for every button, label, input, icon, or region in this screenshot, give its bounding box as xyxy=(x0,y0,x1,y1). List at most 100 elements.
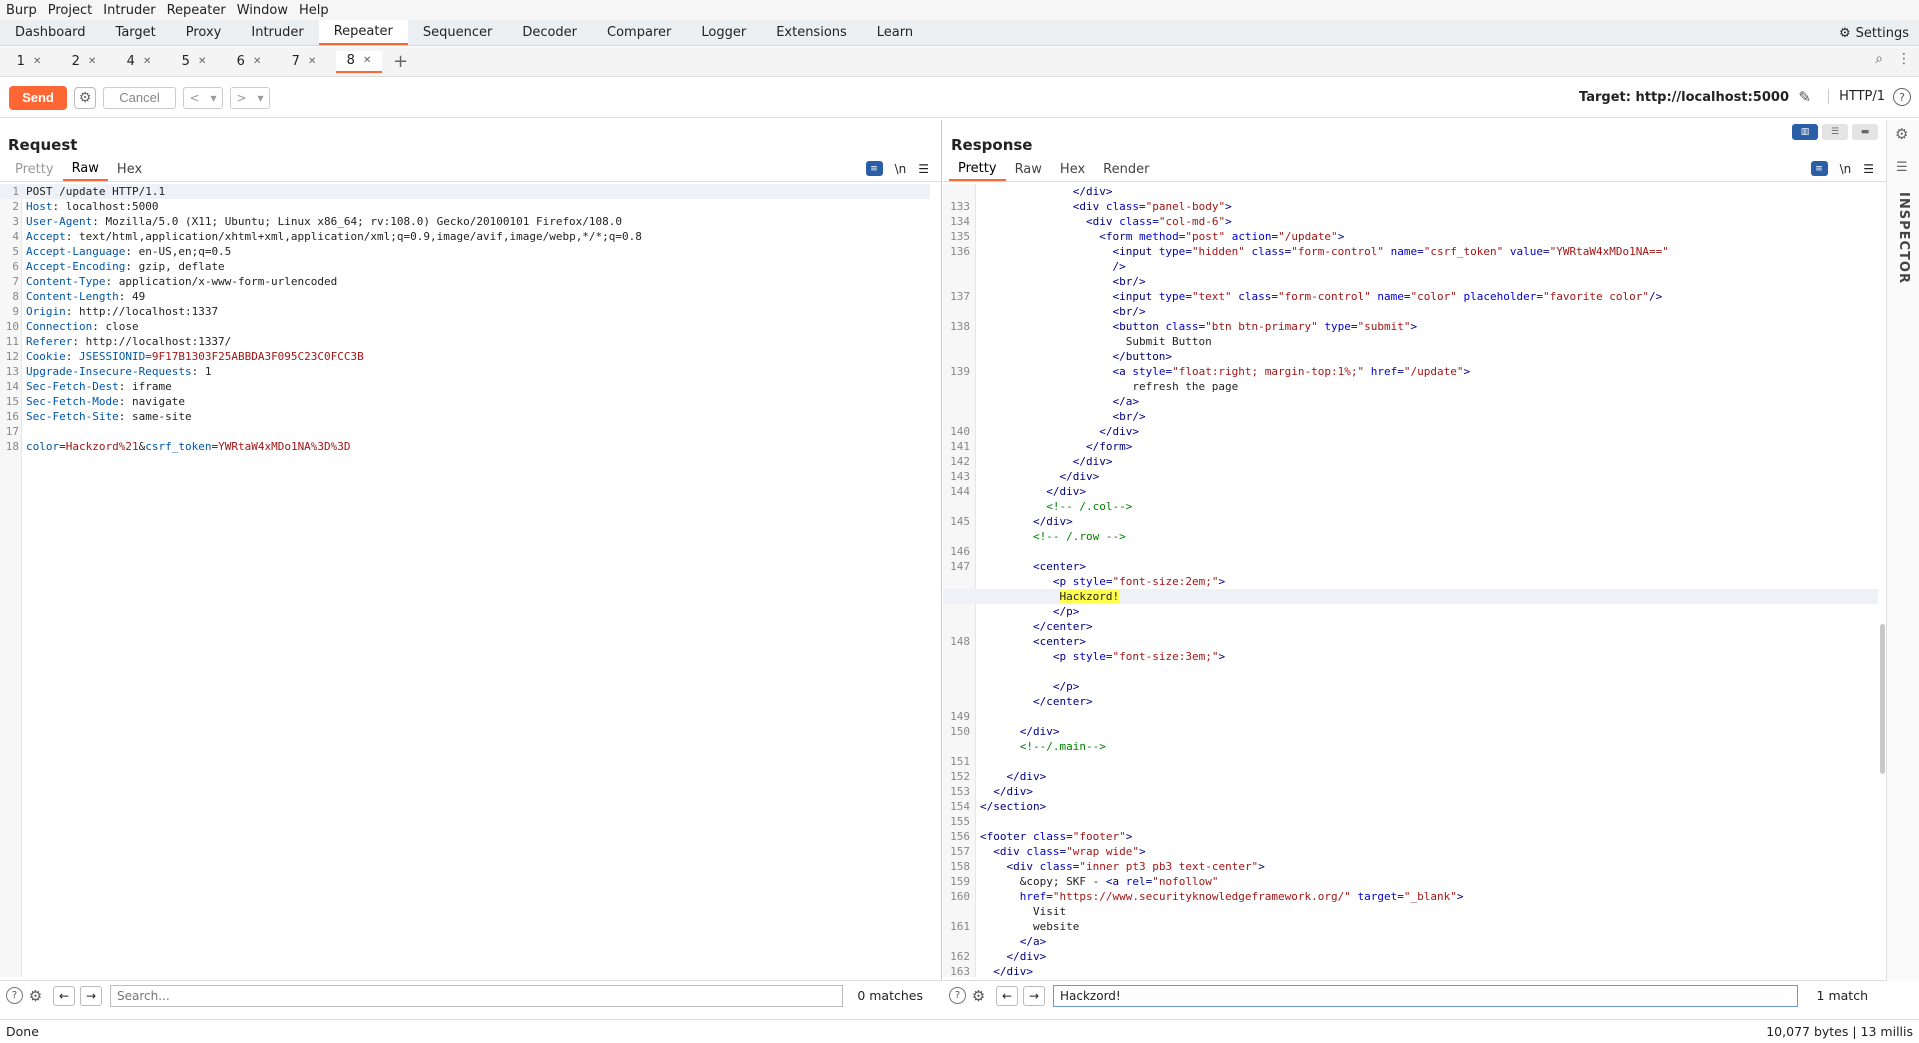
tabs-layout-icon[interactable]: ▬ xyxy=(1852,124,1878,140)
gear-icon[interactable]: ⚙ xyxy=(1895,125,1908,143)
forward-history-button[interactable]: > ▾ xyxy=(230,86,270,109)
repeater-tab[interactable]: 5 ✕ xyxy=(171,51,217,73)
tab-decoder[interactable]: Decoder xyxy=(507,20,592,45)
gear-icon[interactable]: ⚙ xyxy=(74,86,96,109)
repeater-tab[interactable]: 4 ✕ xyxy=(116,51,162,73)
tab-repeater[interactable]: Repeater xyxy=(318,20,408,45)
arrow-right-icon[interactable]: → xyxy=(1023,985,1045,1006)
tab-hex[interactable]: Hex xyxy=(1051,158,1094,181)
code-token: = xyxy=(1138,200,1146,213)
tab-extensions[interactable]: Extensions xyxy=(761,20,862,45)
menu-item-burp[interactable]: Burp xyxy=(6,3,37,18)
tab-comparer[interactable]: Comparer xyxy=(592,20,686,45)
status-text: Done xyxy=(6,1024,39,1039)
line-text: <!-- /.row --> xyxy=(976,529,1126,544)
repeater-tab[interactable]: 6 ✕ xyxy=(226,51,272,73)
code-token: </div> xyxy=(993,965,1033,977)
line-text: </p> xyxy=(976,604,1080,619)
response-panel: Response ▥ ☰ ▬ Pretty Raw Hex Render ≡ \n ☰… xyxy=(943,120,1886,1007)
line-text: <button class="btn btn-primary" type="su… xyxy=(976,319,1417,334)
menu-item-repeater[interactable]: Repeater xyxy=(167,3,226,18)
line-text: <br/> xyxy=(976,409,1145,424)
list-icon[interactable]: ☰ xyxy=(1896,160,1908,175)
arrow-left-icon[interactable]: ← xyxy=(996,985,1018,1006)
close-icon[interactable]: ✕ xyxy=(253,56,261,67)
menu-item-intruder[interactable]: Intruder xyxy=(103,3,155,18)
line-text: Content-Type: application/x-www-form-url… xyxy=(26,275,338,288)
menu-item-window[interactable]: Window xyxy=(237,3,288,18)
request-tabs: Pretty Raw Hex xyxy=(0,158,941,182)
repeater-tab[interactable]: 8 ✕ xyxy=(336,50,382,73)
close-icon[interactable]: ✕ xyxy=(88,56,96,67)
repeater-tab[interactable]: 1 ✕ xyxy=(6,51,52,73)
line-text xyxy=(976,664,980,679)
menu-icon[interactable]: ☰ xyxy=(1863,162,1874,176)
tab-logger[interactable]: Logger xyxy=(686,20,761,45)
line-number: 140 xyxy=(950,425,970,438)
wrap-icon[interactable]: ≡ xyxy=(865,161,883,176)
repeater-tab[interactable]: 7 ✕ xyxy=(281,51,327,73)
response-scrollbar[interactable] xyxy=(1878,184,1886,977)
repeater-tab[interactable]: 2 ✕ xyxy=(61,51,107,73)
tab-dashboard[interactable]: Dashboard xyxy=(0,20,101,45)
code-token: </p> xyxy=(1052,680,1080,693)
close-icon[interactable]: ✕ xyxy=(33,56,41,67)
arrow-right-icon[interactable]: → xyxy=(80,985,102,1006)
search-input[interactable] xyxy=(110,984,843,1007)
close-icon[interactable]: ✕ xyxy=(308,56,316,67)
code-token: = xyxy=(1403,290,1411,303)
close-icon[interactable]: ✕ xyxy=(198,56,206,67)
split-horizontal-icon[interactable]: ▥ xyxy=(1792,124,1818,140)
arrow-left-icon[interactable]: ← xyxy=(53,985,75,1006)
line-text: Host: localhost:5000 xyxy=(26,200,159,213)
tab-target[interactable]: Target xyxy=(101,20,171,45)
code-token: "/update" xyxy=(1403,365,1464,378)
tab-raw[interactable]: Raw xyxy=(62,158,108,181)
help-icon[interactable]: ? xyxy=(1893,88,1911,106)
code-line: </button> xyxy=(943,349,1878,364)
help-icon[interactable]: ? xyxy=(6,987,23,1004)
tab-pretty[interactable]: Pretty xyxy=(949,158,1006,181)
newline-toggle[interactable]: \n xyxy=(1840,162,1852,176)
cancel-button[interactable]: Cancel xyxy=(103,86,176,109)
newline-toggle[interactable]: \n xyxy=(895,162,907,176)
help-icon[interactable]: ? xyxy=(949,987,966,1004)
close-icon[interactable]: ✕ xyxy=(363,55,371,66)
inspector-label[interactable]: INSPECTOR xyxy=(1896,192,1911,284)
settings-button[interactable]: ⚙ Settings xyxy=(1839,20,1909,46)
tab-pretty[interactable]: Pretty xyxy=(6,158,63,181)
wrap-icon[interactable]: ≡ xyxy=(1810,161,1828,176)
close-icon[interactable]: ✕ xyxy=(143,56,151,67)
send-button[interactable]: Send xyxy=(9,85,67,110)
tab-sequencer[interactable]: Sequencer xyxy=(408,20,507,45)
tab-render[interactable]: Render xyxy=(1094,158,1158,181)
search-icon[interactable]: ⌕ xyxy=(1875,51,1883,67)
code-token: > xyxy=(1138,845,1146,858)
tab-intruder[interactable]: Intruder xyxy=(236,20,318,45)
gear-icon[interactable]: ⚙ xyxy=(27,987,44,1005)
gear-icon[interactable]: ⚙ xyxy=(970,987,987,1005)
menu-item-project[interactable]: Project xyxy=(48,3,92,18)
more-icon[interactable]: ⋮ xyxy=(1897,51,1911,67)
menu-item-help[interactable]: Help xyxy=(299,3,329,18)
add-tab-icon[interactable]: + xyxy=(393,51,408,72)
http-version-toggle[interactable]: HTTP/1 xyxy=(1828,89,1885,104)
request-editor[interactable]: 1 POST /update HTTP/1.1 2 Host: localhost:5… xyxy=(0,184,930,977)
tab-learn[interactable]: Learn xyxy=(862,20,928,45)
code-token: type xyxy=(1324,320,1351,333)
back-history-button[interactable]: < ▾ xyxy=(183,86,223,109)
search-input[interactable] xyxy=(1053,984,1798,1007)
tab-hex[interactable]: Hex xyxy=(108,158,151,181)
split-vertical-icon[interactable]: ☰ xyxy=(1822,124,1848,140)
line-text: /> xyxy=(976,259,1125,274)
code-token: class xyxy=(1039,860,1073,873)
tab-raw[interactable]: Raw xyxy=(1006,158,1051,181)
response-editor[interactable]: </div> 133 <div class="panel-body"> 134 <d… xyxy=(943,184,1878,977)
pencil-icon[interactable]: ✎ xyxy=(1798,88,1811,106)
code-token: </form> xyxy=(1085,440,1133,453)
tab-proxy[interactable]: Proxy xyxy=(171,20,237,45)
menu-icon[interactable]: ☰ xyxy=(918,162,929,176)
scroll-thumb[interactable] xyxy=(1880,624,1885,774)
